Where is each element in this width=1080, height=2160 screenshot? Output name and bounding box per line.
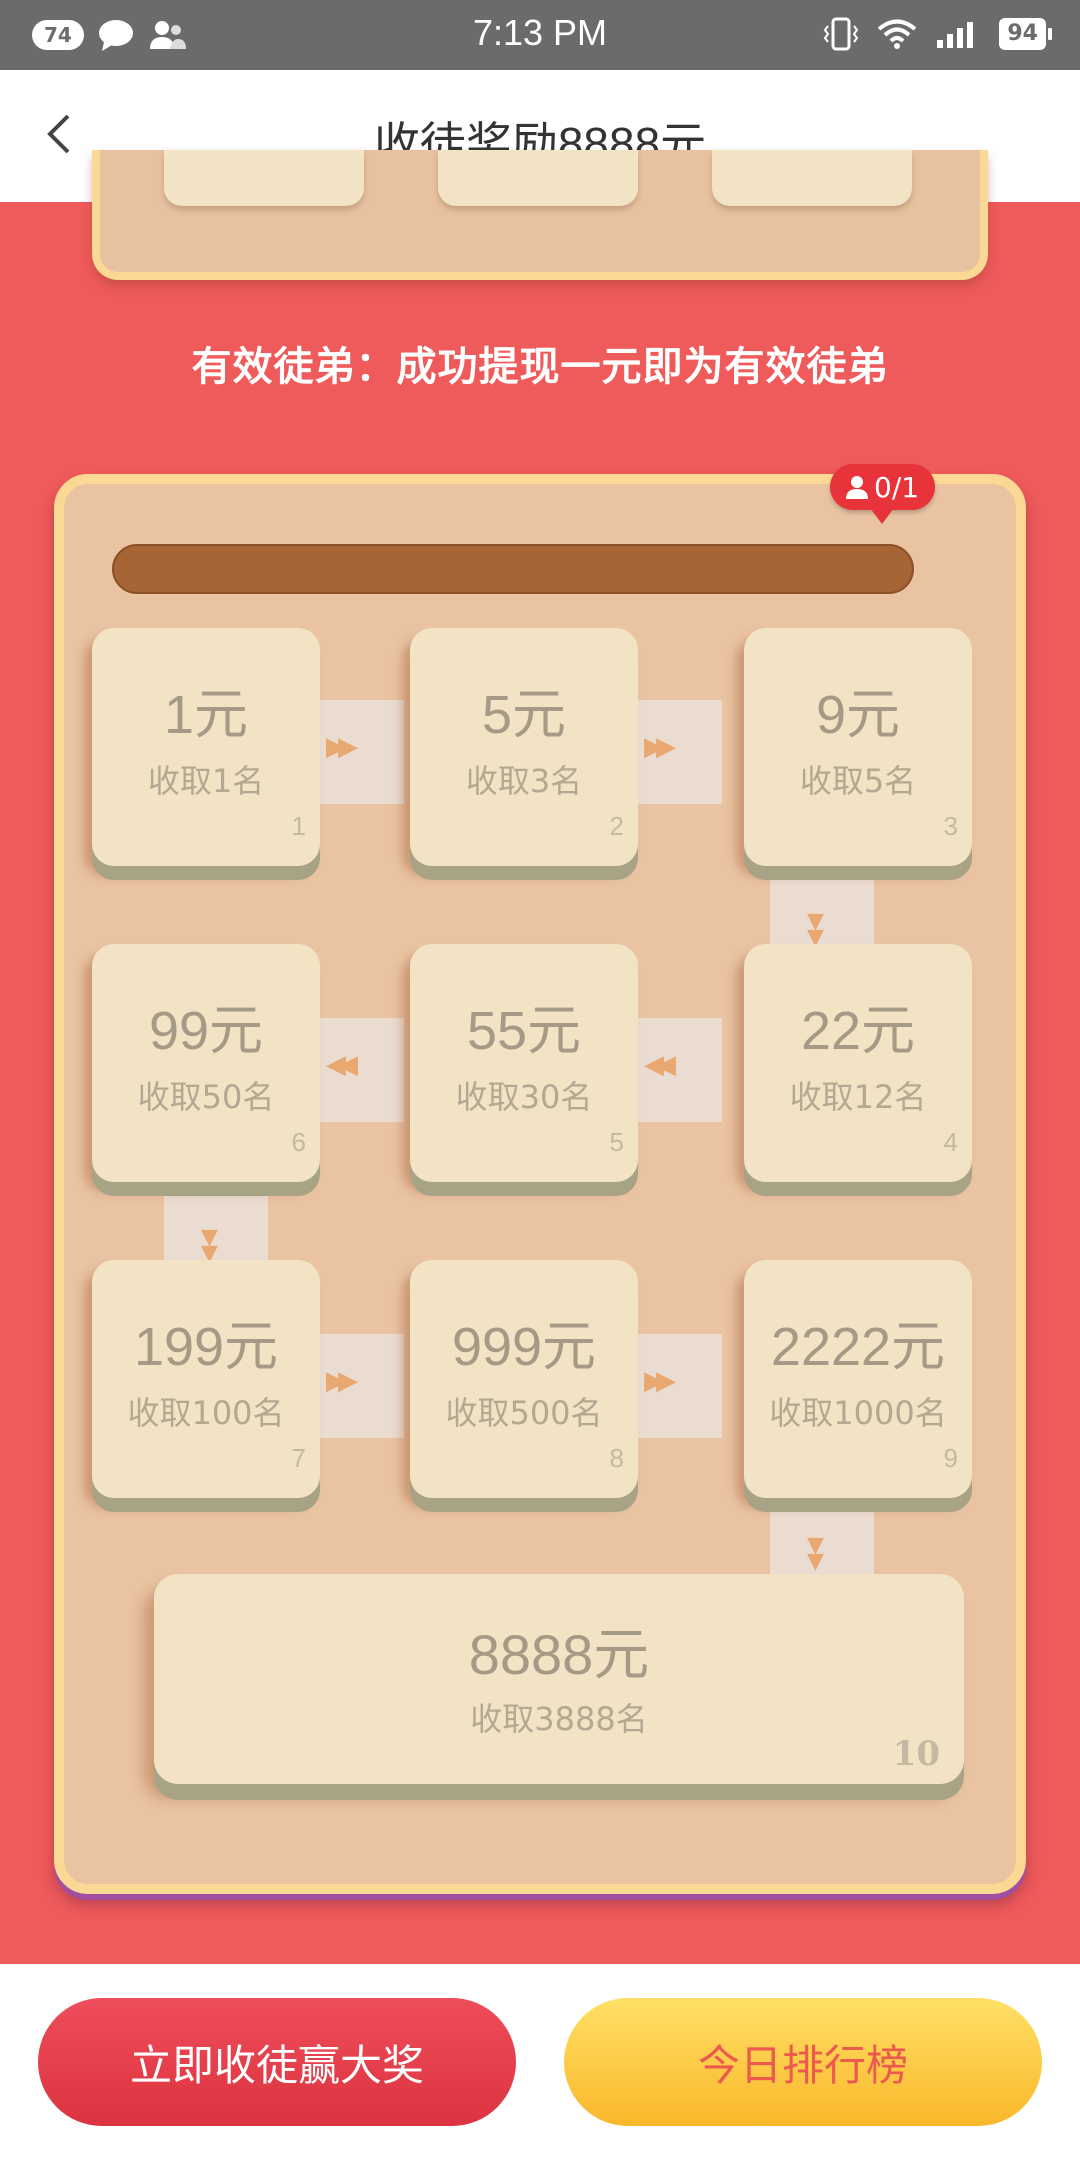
reward-requirement: 收取3名 [465,762,583,800]
double-arrow-left-icon: ◀◀ [644,1050,676,1080]
reward-amount: 22元 [800,1001,916,1061]
reward-tile-3: 9元 收取5名 3 [744,628,972,866]
reward-requirement: 收取500名 [445,1394,603,1432]
progress-bar [112,544,914,594]
reward-amount: 199元 [133,1317,279,1377]
vibrate-icon [824,17,859,51]
double-arrow-down-icon: ▼ ▼ [807,909,824,950]
reward-amount: 5元 [481,685,567,745]
reward-requirement: 收取12名 [789,1078,927,1116]
double-arrow-down-icon: ▼ ▼ [807,1533,824,1574]
double-arrow-right-icon: ▶▶ [326,1366,358,1396]
bottom-action-bar: 立即收徒赢大奖 今日排行榜 [0,1964,1080,2160]
reward-tile-10: 8888元 收取3888名 10 [154,1574,964,1784]
double-arrow-right-icon: ▶▶ [326,732,358,762]
reward-tile-5: 55元 收取30名 5 [410,944,638,1182]
top-panel-tile [438,150,638,206]
reward-tile-6: 99元 收取50名 6 [92,944,320,1182]
top-panel-tile [164,150,364,206]
reward-amount: 2222元 [770,1317,946,1377]
reward-amount: 9元 [815,685,901,745]
level-number: 10 [892,1734,940,1774]
reward-tile-1: 1元 收取1名 1 [92,628,320,866]
progress-count-badge: 0/1 [830,464,936,524]
double-arrow-down-icon: ▼ ▼ [201,1225,218,1266]
reward-tile-8: 999元 收取500名 8 [410,1260,638,1498]
reward-amount: 99元 [148,1001,264,1061]
status-right: 94 [823,16,1052,52]
invite-button[interactable]: 立即收徒赢大奖 [38,1998,516,2126]
level-number: 1 [291,811,306,841]
reward-requirement: 收取100名 [127,1394,285,1432]
level-number: 9 [943,1443,958,1473]
level-number: 4 [943,1127,958,1157]
double-arrow-left-icon: ◀◀ [326,1050,358,1080]
level-number: 8 [609,1443,624,1473]
reward-amount: 1元 [163,685,249,745]
reward-requirement: 收取30名 [455,1078,593,1116]
wifi-icon [878,19,917,49]
level-number: 3 [943,811,958,841]
reward-requirement: 收取5名 [799,762,917,800]
reward-amount: 8888元 [468,1623,650,1686]
reward-board: 0/1 ▶▶ ▶▶ ▼ ▼ ◀◀ ◀◀ ▼ ▼ ▶▶ ▶▶ ▼ ▼ 1元 收取1名 1… [54,464,1026,1894]
level-number: 2 [609,811,624,841]
reward-requirement: 收取3888名 [470,1700,648,1738]
valid-apprentice-notice: 有效徒弟：成功提现一元即为有效徒弟 [191,344,889,390]
reward-tile-4: 22元 收取12名 4 [744,944,972,1182]
ranking-button[interactable]: 今日排行榜 [564,1998,1042,2126]
double-arrow-right-icon: ▶▶ [644,1366,676,1396]
battery-icon: 94 [999,18,1052,50]
reward-requirement: 收取1名 [147,762,265,800]
double-arrow-right-icon: ▶▶ [644,732,676,762]
person-icon [846,476,868,499]
reward-tile-2: 5元 收取3名 2 [410,628,638,866]
signal-icon [937,22,974,48]
level-number: 7 [291,1443,306,1473]
reward-tile-7: 199元 收取100名 7 [92,1260,320,1498]
status-bar: 74 7:13 PM 94 [0,0,1080,70]
reward-amount: 999元 [451,1317,597,1377]
level-number: 5 [609,1127,624,1157]
reward-tile-9: 2222元 收取1000名 9 [744,1260,972,1498]
top-reward-panel [92,150,988,280]
progress-count: 0/1 [874,470,920,504]
level-number: 6 [291,1127,306,1157]
reward-requirement: 收取1000名 [769,1394,947,1432]
reward-requirement: 收取50名 [137,1078,275,1116]
top-panel-tile [712,150,912,206]
reward-amount: 55元 [466,1001,582,1061]
